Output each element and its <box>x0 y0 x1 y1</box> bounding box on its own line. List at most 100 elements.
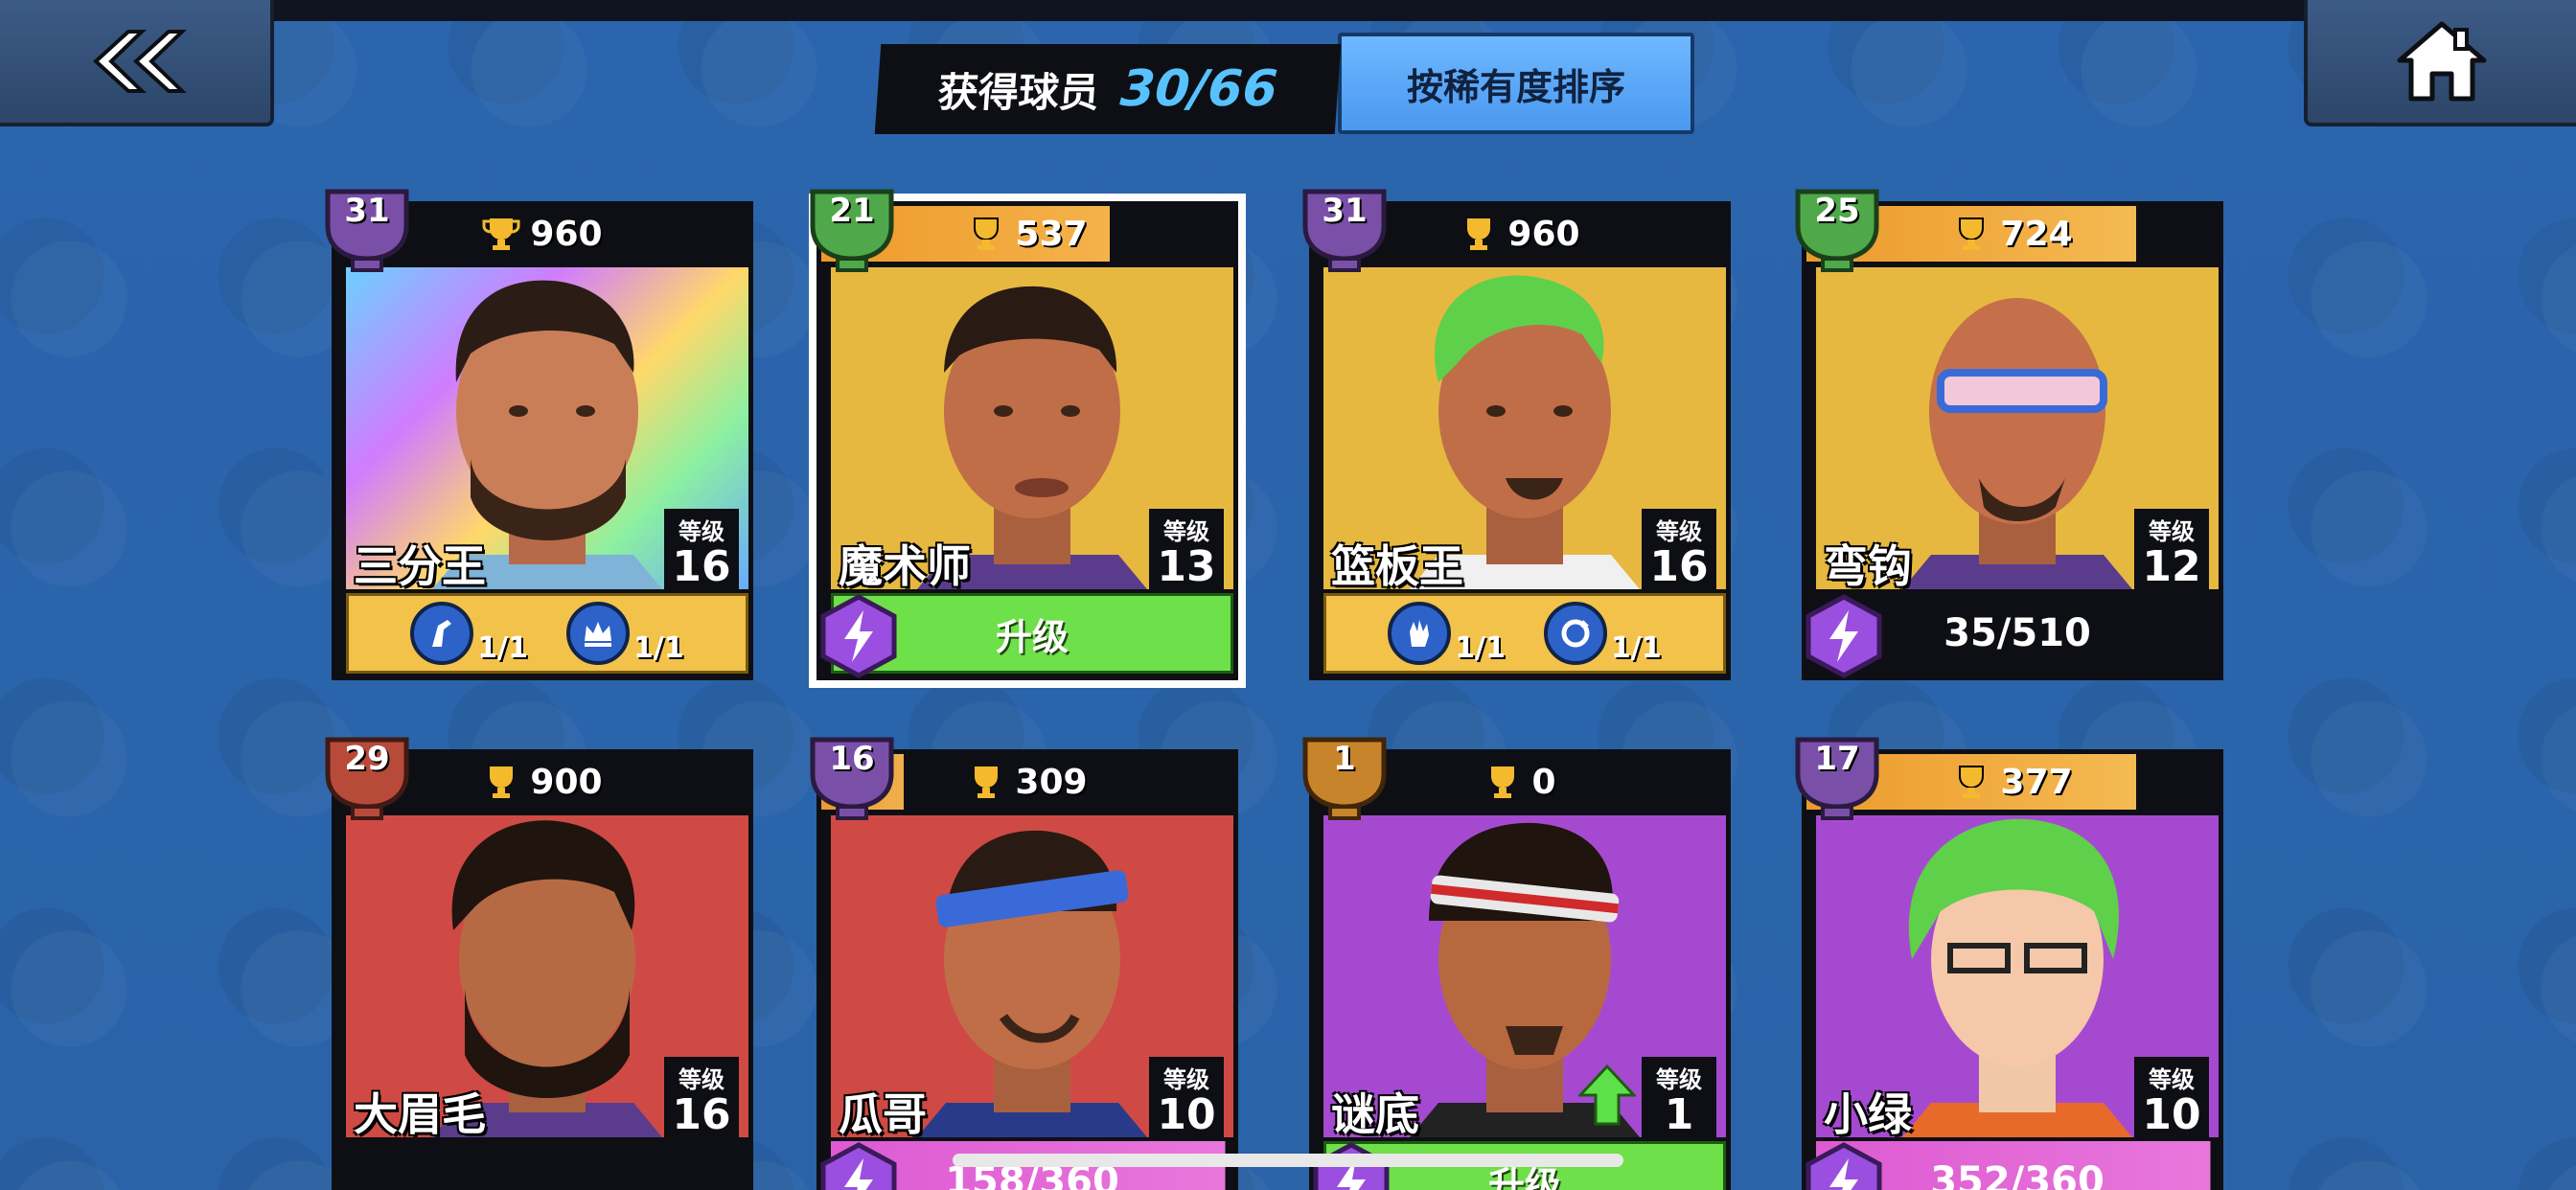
rarity-number: 21 <box>829 192 875 230</box>
player-name: 弯钩 <box>1824 540 1912 592</box>
level-box: 等级 16 <box>664 1057 739 1139</box>
home-button[interactable] <box>2304 0 2576 126</box>
player-count-value: 30/66 <box>1118 60 1279 118</box>
player-name: 瓜哥 <box>839 1088 927 1140</box>
player-card[interactable]: 900 大眉毛 等级 16 29 <box>325 737 753 1190</box>
skill-count: 1/1 <box>1611 631 1662 665</box>
rarity-badge: 31 <box>1292 184 1397 276</box>
player-name: 魔术师 <box>839 540 971 592</box>
top-strip <box>0 0 2576 21</box>
trophy-count: 537 <box>1015 214 1088 254</box>
trophy-count: 0 <box>1531 762 1556 802</box>
trophy-count: 960 <box>530 214 603 254</box>
trophy-icon <box>1467 218 1491 250</box>
player-card[interactable]: 724 弯钩 等级 12 35/510 25 <box>1795 189 2223 680</box>
skill-count: 1/1 <box>477 631 528 665</box>
lightning-hex-icon <box>1806 594 1882 678</box>
lightning-hex-icon <box>1806 1142 1882 1190</box>
player-card[interactable]: 0 谜底 等级 1 升级 1 <box>1302 737 1731 1190</box>
player-name: 大眉毛 <box>354 1088 486 1140</box>
skill-slot[interactable]: 1/1 <box>1388 602 1506 665</box>
trophy-icon <box>482 218 520 250</box>
level-value: 16 <box>672 541 731 591</box>
home-icon <box>2397 21 2487 102</box>
rarity-badge: 29 <box>314 732 420 824</box>
progress-text: 35/510 <box>1944 611 2091 655</box>
level-box: 等级 16 <box>664 509 739 591</box>
header: 获得球员 30/66 按稀有度排序 <box>874 33 1694 136</box>
level-label: 等级 <box>1656 1065 1702 1093</box>
skill-slot[interactable]: 1/1 <box>566 602 684 665</box>
rarity-badge: 21 <box>799 184 905 276</box>
level-value: 1 <box>1664 1089 1694 1139</box>
rarity-number: 29 <box>344 740 390 778</box>
player-card[interactable]: 960 三分王 等级 16 1/1 1/1 31 <box>325 189 753 680</box>
shooting-arm-icon <box>410 602 474 665</box>
level-value: 10 <box>2142 1089 2201 1139</box>
back-button[interactable] <box>0 0 274 126</box>
player-name: 谜底 <box>1331 1088 1419 1140</box>
skill-count: 1/1 <box>633 631 684 665</box>
level-label: 等级 <box>1656 517 1702 545</box>
rarity-number: 17 <box>1814 740 1860 778</box>
trophy-icon <box>975 767 999 798</box>
trophy-count: 900 <box>530 762 603 802</box>
rarity-badge: 16 <box>799 732 905 824</box>
level-value: 13 <box>1157 541 1216 591</box>
crown-icon <box>566 602 630 665</box>
rarity-number: 1 <box>1333 740 1356 778</box>
trophy-count: 724 <box>2000 214 2073 254</box>
level-label: 等级 <box>2149 517 2195 545</box>
skill-count: 1/1 <box>1455 631 1506 665</box>
trophy-icon <box>1959 766 1985 798</box>
level-box: 等级 16 <box>1642 509 1716 591</box>
rarity-badge: 1 <box>1292 732 1397 824</box>
skill-bar: 1/1 1/1 <box>346 593 748 674</box>
trophy-icon <box>974 217 1000 250</box>
rarity-badge: 25 <box>1784 184 1890 276</box>
level-box: 等级 13 <box>1149 509 1224 591</box>
trophy-icon <box>1959 217 1985 250</box>
home-indicator-bar[interactable] <box>953 1154 1623 1167</box>
rarity-badge: 17 <box>1784 732 1890 824</box>
level-label: 等级 <box>1163 517 1209 545</box>
trophy-icon <box>490 767 514 798</box>
level-box: 等级 10 <box>1149 1057 1224 1139</box>
level-label: 等级 <box>678 517 724 545</box>
player-count-box: 获得球员 30/66 <box>874 44 1342 134</box>
lightning-hex-icon <box>820 1142 897 1190</box>
player-name: 篮板王 <box>1331 540 1463 592</box>
lightning-hex-icon <box>820 594 897 678</box>
rarity-number: 16 <box>829 740 875 778</box>
rarity-number: 25 <box>1814 192 1860 230</box>
trophy-count: 960 <box>1507 214 1580 254</box>
rarity-number: 31 <box>1322 192 1368 230</box>
skill-slot[interactable]: 1/1 <box>410 602 528 665</box>
player-card[interactable]: 537 魔术师 等级 13 升级 21 <box>809 189 1246 688</box>
player-name: 小绿 <box>1824 1088 1912 1140</box>
rarity-number: 31 <box>344 192 390 230</box>
level-label: 等级 <box>2149 1065 2195 1093</box>
rebound-icon <box>1544 602 1607 665</box>
trophy-count: 377 <box>2000 762 2073 802</box>
sort-by-rarity-button[interactable]: 按稀有度排序 <box>1338 33 1694 134</box>
trophy-count: 309 <box>1015 762 1088 802</box>
player-count-label: 获得球员 <box>936 68 1101 116</box>
level-label: 等级 <box>678 1065 724 1093</box>
player-card[interactable]: 309 瓜哥 等级 10 158/360 16 <box>810 737 1238 1190</box>
hand-grab-icon <box>1388 602 1452 665</box>
level-value: 12 <box>2142 541 2201 591</box>
level-value: 10 <box>1157 1089 1216 1139</box>
double-chevron-left-icon <box>93 30 187 93</box>
rarity-badge: 31 <box>314 184 420 276</box>
skill-slot[interactable]: 1/1 <box>1544 602 1662 665</box>
player-card[interactable]: 960 篮板王 等级 16 1/1 1/1 31 <box>1302 189 1731 680</box>
level-box: 等级 10 <box>2134 1057 2209 1139</box>
skill-bar: 1/1 1/1 <box>1323 593 1726 674</box>
level-value: 16 <box>1649 541 1709 591</box>
level-value: 16 <box>672 1089 731 1139</box>
player-card[interactable]: 377 小绿 等级 10 352/360 17 <box>1795 737 2223 1190</box>
progress-text: 352/360 <box>1930 1159 2104 1190</box>
player-name: 三分王 <box>354 540 486 592</box>
level-box: 等级 1 <box>1642 1057 1716 1139</box>
